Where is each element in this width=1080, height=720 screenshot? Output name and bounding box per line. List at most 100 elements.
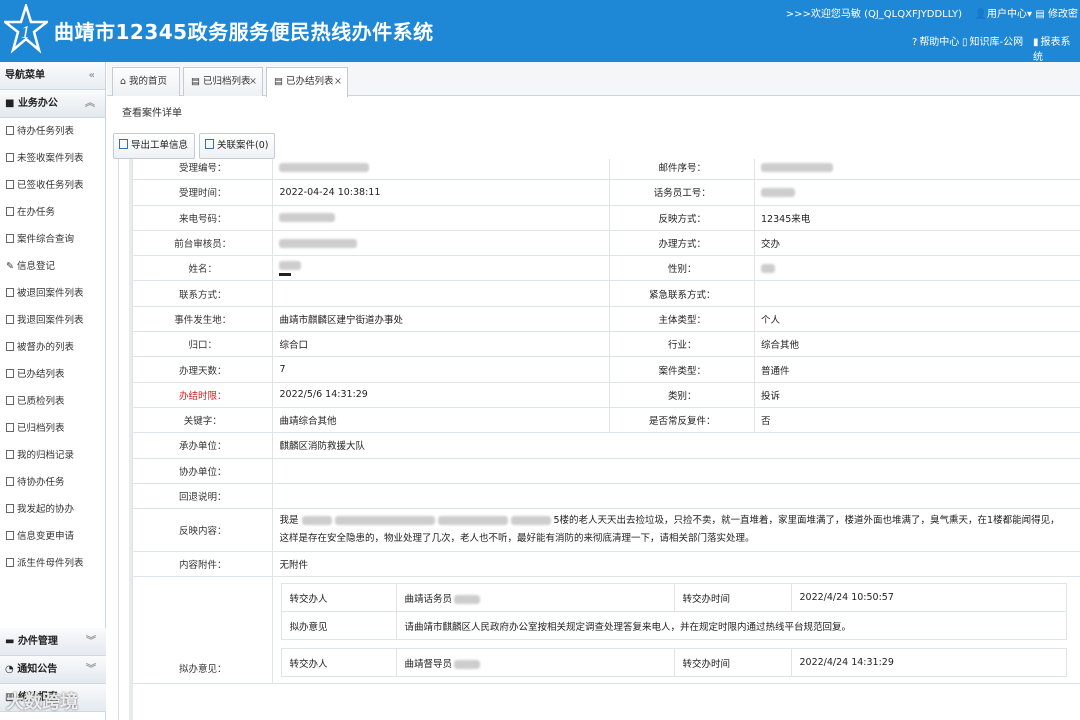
table-row: 转交办人 曲靖话务员 转交办时间 2022/4/24 10:50:57 [281,583,1068,613]
sidebar-group-label: 通知公告 [17,664,58,675]
field-label: 关键字： [131,406,274,434]
field-value [754,179,1080,206]
report-system-link[interactable]: ▮ 报表系统 [1033,33,1080,63]
redacted-text [279,238,358,248]
field-label: 来电号码： [131,204,274,231]
field-label: 姓名： [131,255,274,282]
list-icon [6,153,14,162]
table-row: 关键字： 曲靖综合其他 是否常反复件：否 [131,406,1080,434]
case-detail-panel: 受理编号： 邮件序号： 受理时间： 2022-04-24 10:38:11 话务员工号：… [118,159,1080,720]
table-row: 拟办意见 请曲靖市麒麟区人民政府办公室按相关规定调查处理答复来电人，并在规定时限… [281,611,1068,641]
sidebar-item-label: 未签收案件列表 [17,153,84,164]
sidebar-group-business[interactable]: ■ 业务办公 ︽ [0,90,105,118]
sidebar-item-assist-tasks[interactable]: 待协办任务 [0,469,105,496]
sidebar-item-in-progress[interactable]: 在办任务 [0,199,105,226]
field-label: 性别： [609,255,756,282]
list-icon [6,234,14,243]
list-icon: ▤ [191,76,200,87]
field-value [272,280,611,307]
field-value [272,229,611,257]
field-value: 投诉 [754,381,1080,408]
export-button[interactable]: 导出工单信息 [113,133,196,159]
sidebar-item-label: 案件综合查询 [17,234,75,245]
field-value [272,482,1080,510]
transfer-label: 转交办人 [281,648,398,678]
sidebar-group-manage[interactable]: ▬ 办件管理 ︾ [0,628,106,656]
redacted-text [454,659,480,669]
sidebar-group-notice[interactable]: ◔ 通知公告 ︾ [0,656,106,684]
field-value [754,280,1080,307]
field-label: 拟办意见： [131,576,274,685]
sidebar-group-label: 办件管理 [17,636,58,647]
related-cases-button[interactable]: 关联案件(0) [199,133,276,159]
sidebar-item-registration[interactable]: ✎ 信息登记 [0,253,105,280]
sidebar-item-quality-checked[interactable]: 已质检列表 [0,388,105,415]
sidebar-title: 导航菜单 « [0,62,105,90]
close-icon[interactable]: × [334,68,342,95]
sidebar-item-derived-cases[interactable]: 派生件母件列表 [0,550,105,577]
field-value: 曲靖市麒麟区建宁街道办事处 [272,305,611,333]
user-center-label: 用户中心 [986,9,1027,20]
save-icon [119,139,128,149]
complaint-content: 我是 5楼的老人天天出去捡垃圾，只捡不卖，就一直堆着，家里面堆满了，楼道外面也堆满… [272,508,1080,553]
tab-archived-list[interactable]: ▤ 已归档列表 × [183,67,263,96]
chevron-up-icon: ︽ [85,98,95,109]
page-title: 查看案件详单 [122,108,182,119]
sidebar-item-change-request[interactable]: 信息变更申请 [0,523,105,550]
sidebar-item-pending-tasks[interactable]: 待办任务列表 [0,118,105,145]
sidebar-item-supervised[interactable]: 被督办的列表 [0,334,105,361]
sidebar-item-case-query[interactable]: 案件综合查询 [0,226,105,253]
transfer-by: 曲靖督导员 [404,658,452,670]
chevron-down-icon: ▾ [1026,9,1032,20]
field-label: 办理天数： [131,356,274,383]
sidebar-item-label: 我发起的协办 [17,504,75,515]
field-value [754,159,1080,181]
table-row: 办结时限： 2022/5/6 14:31:29 类别： 投诉 [131,381,1080,408]
sidebar-item-my-returned[interactable]: 我退回案件列表 [0,307,105,334]
tab-home[interactable]: ⌂ 我的首页 [112,67,180,96]
export-label: 导出工单信息 [131,140,189,151]
redacted-text [301,516,332,526]
tab-bar: ⌂ 我的首页 ▤ 已归档列表 × ▤ 已办结列表 × [107,62,1080,97]
table-row: 前台审核员： 办理方式： 交办 [131,229,1080,257]
field-value [272,255,611,282]
list-icon [6,558,14,567]
transfer-value: 曲靖话务员 [396,583,676,613]
sidebar-title-label: 导航菜单 [5,70,45,81]
sidebar-item-label: 信息变更申请 [17,531,75,542]
redacted-text [437,516,508,526]
transfer-time: 2022/4/24 10:50:57 [791,583,1068,613]
close-icon[interactable]: × [249,68,257,95]
field-label: 事件发生地： [131,305,274,333]
table-row: 内容附件： 无附件 [131,551,1080,578]
tab-completed-list[interactable]: ▤ 已办结列表 × [266,67,348,97]
welcome-text: >>>欢迎您马敏 (QJ_QLQXFJYDDLLY) [785,9,962,20]
transfer-records: 转交办人 曲靖话务员 转交办时间 2022/4/24 10:50:57 拟办意见… [272,576,1080,685]
sidebar-item-my-assist[interactable]: 我发起的协办 [0,496,105,523]
transfer-label: 转交办时间 [674,648,793,678]
list-icon: ▤ [274,76,283,87]
sidebar-item-my-archive[interactable]: 我的归档记录 [0,442,105,469]
sidebar-item-completed[interactable]: 已办结列表 [0,361,105,388]
sidebar-item-archived[interactable]: 已归档列表 [0,415,105,442]
help-center-link[interactable]: ? 帮助中心 [912,33,959,48]
knowledge-base-link[interactable]: ▯ 知识库-公网 [962,33,1023,48]
related-cases-label: 关联案件(0) [217,140,269,151]
field-label: 话务员工号： [609,179,756,206]
sidebar-item-returned-cases[interactable]: 被退回案件列表 [0,280,105,307]
sidebar-item-signed-tasks[interactable]: 已签收任务列表 [0,172,105,199]
collapse-icon[interactable]: « [89,62,95,90]
transfer-record: 转交办人 曲靖话务员 转交办时间 2022/4/24 10:50:57 拟办意见… [281,583,1068,641]
transfer-label: 拟办意见 [281,611,398,641]
field-label: 联系方式： [131,280,274,307]
change-password-link[interactable]: ▤ 修改密 [1035,5,1078,20]
list-icon [6,369,14,378]
field-value: 2022-04-24 10:38:11 [272,179,611,206]
user-center-menu[interactable]: 👤用户中心▾ [975,5,1032,20]
field-label: 是否常反复件： [609,406,756,434]
redacted-text [279,261,302,271]
chevron-down-icon: ︾ [86,636,96,647]
list-icon [6,180,14,189]
redacted-text [279,162,370,172]
sidebar-item-unsigned-cases[interactable]: 未签收案件列表 [0,145,105,172]
